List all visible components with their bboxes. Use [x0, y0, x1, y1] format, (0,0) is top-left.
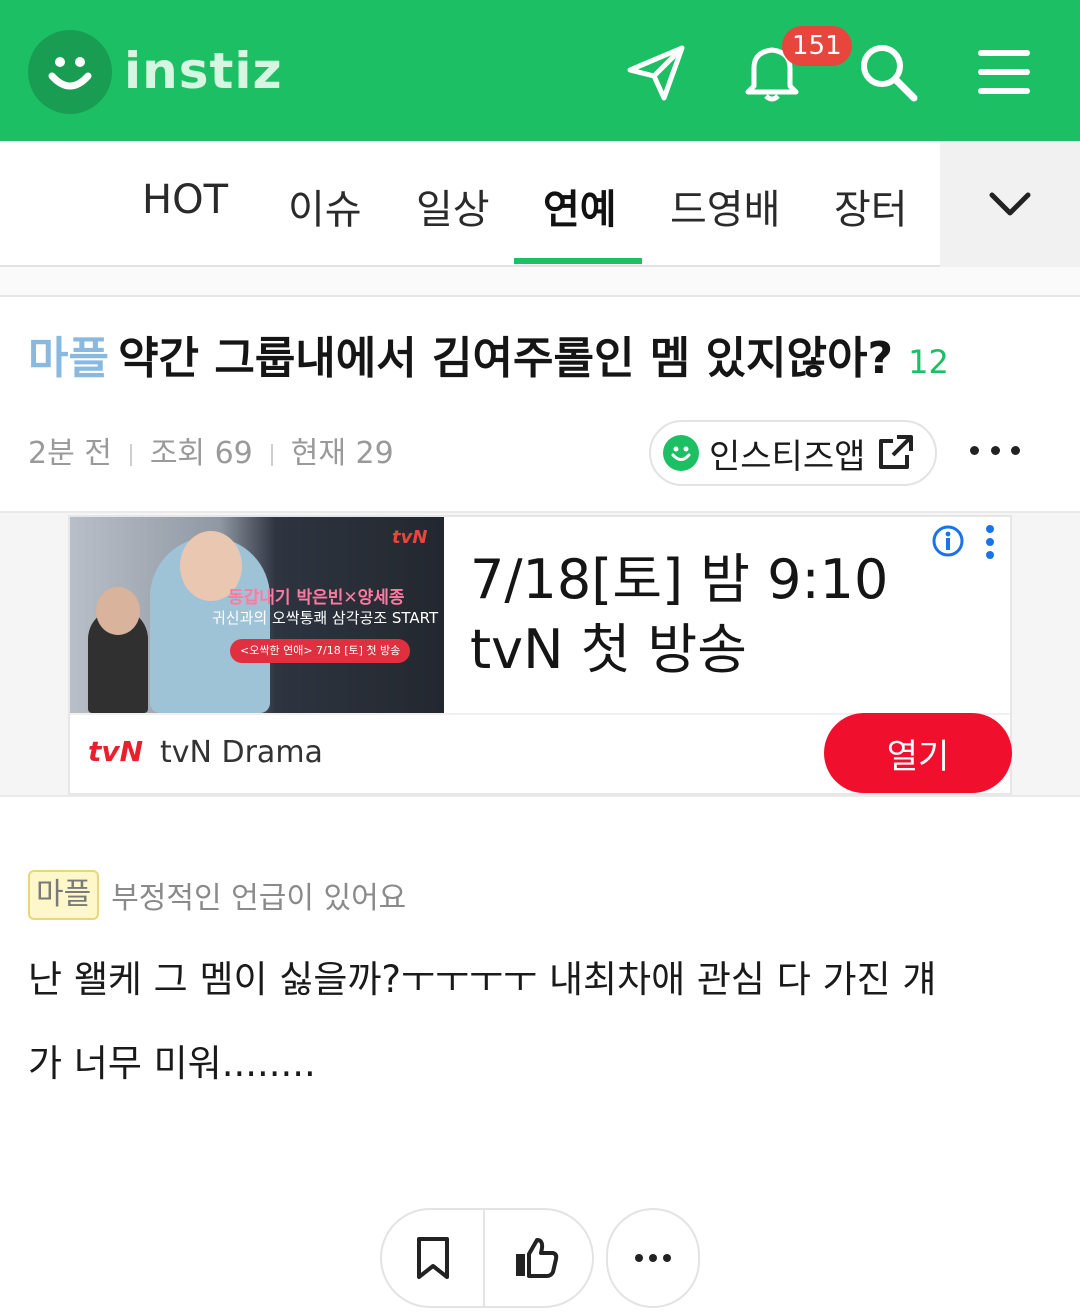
active-tab-indicator	[514, 258, 642, 264]
like-button[interactable]	[485, 1210, 586, 1306]
category-tabs: HOT 이슈 일상 연예 드영배 장터	[0, 141, 1080, 267]
ad-figure	[96, 587, 140, 635]
tab-hot[interactable]: HOT	[142, 177, 228, 223]
post-title-text: 약간 그룹내에서 김여주롤인 멤 있지않아?	[118, 333, 894, 384]
bookmark-button[interactable]	[382, 1210, 483, 1306]
negative-warning: 마플 부정적인 언급이 있어요	[28, 870, 406, 920]
post-time: 2분 전	[28, 436, 112, 471]
notification-badge: 151	[782, 26, 852, 66]
ad-open-button[interactable]: 열기	[824, 713, 1012, 793]
post-meta: 2분 전 조회 69 현재 29	[28, 428, 394, 472]
comment-count[interactable]: 12	[908, 343, 949, 381]
open-app-button[interactable]: 인스티즈앱	[649, 420, 937, 486]
menu-icon[interactable]	[962, 30, 1046, 114]
ad-image-cast: 동갑내기 박은빈✕양세종	[228, 588, 405, 608]
ad-image-brand: tvN	[392, 527, 428, 548]
smile-icon	[663, 435, 699, 471]
logo-smile-icon[interactable]	[28, 30, 112, 114]
post-category[interactable]: 마플	[28, 333, 109, 384]
external-link-icon	[875, 433, 915, 473]
tabs-divider	[0, 267, 1080, 297]
post-current-viewers: 현재 29	[290, 436, 394, 471]
post-body: 난 왤케 그 멤이 싫을까?ㅜㅜㅜㅜ 내최차애 관심 다 가진 걔 가 너무 미…	[28, 938, 1058, 1106]
ad-banner: tvN 동갑내기 박은빈✕양세종 귀신과의 오싹통쾌 삼각공조 START <오…	[0, 511, 1080, 797]
post-actions	[380, 1208, 594, 1308]
info-icon[interactable]	[930, 523, 966, 559]
open-app-label: 인스티즈앱	[709, 436, 866, 477]
tabs-expand-button[interactable]	[940, 141, 1080, 267]
ad-headline[interactable]: 7/18[토] 밤 9:10 tvN 첫 방송	[470, 545, 888, 685]
app-header: instiz 151	[0, 0, 1080, 141]
post-body-line: 가 너무 미워........	[28, 1042, 316, 1085]
search-icon[interactable]	[846, 30, 930, 114]
ad-options-icon[interactable]	[980, 525, 1000, 559]
chevron-down-icon	[989, 192, 1031, 216]
warning-tag: 마플	[28, 870, 100, 920]
post-views: 조회 69	[149, 436, 253, 471]
logo-text[interactable]: instiz	[124, 42, 283, 100]
ad-brand-logo: tvN	[88, 735, 144, 768]
meta-divider	[270, 443, 273, 466]
warning-text: 부정적인 언급이 있어요	[111, 881, 407, 916]
post-body-line: 난 왤케 그 멤이 싫을까?ㅜㅜㅜㅜ 내최차애 관심 다 가진 걔	[28, 958, 937, 1001]
ad-card[interactable]: tvN 동갑내기 박은빈✕양세종 귀신과의 오싹통쾌 삼각공조 START <오…	[68, 515, 1012, 795]
ad-headline-line1: 7/18[토] 밤 9:10	[470, 548, 889, 611]
thumbs-up-icon	[515, 1238, 558, 1278]
tab-daily[interactable]: 일상	[416, 177, 490, 235]
post-title: 마플 약간 그룹내에서 김여주롤인 멤 있지않아? 12	[28, 322, 1068, 386]
tab-drama-movie[interactable]: 드영배	[670, 177, 780, 235]
tab-entertainment[interactable]: 연예	[543, 177, 617, 235]
tab-issue[interactable]: 이슈	[288, 177, 362, 235]
bookmark-icon	[416, 1237, 449, 1279]
tab-market[interactable]: 장터	[834, 177, 908, 235]
post-more-icon[interactable]	[970, 432, 1020, 468]
ad-image[interactable]: tvN 동갑내기 박은빈✕양세종 귀신과의 오싹통쾌 삼각공조 START <오…	[70, 517, 444, 713]
send-icon[interactable]	[614, 30, 698, 114]
meta-divider	[129, 443, 132, 466]
ad-image-tagline: 귀신과의 오싹통쾌 삼각공조 START	[212, 609, 439, 627]
ad-image-pill: <오싹한 연애> 7/18 [토] 첫 방송	[230, 639, 411, 663]
ad-brand-name[interactable]: tvN Drama	[160, 735, 323, 770]
more-icon[interactable]	[606, 1208, 700, 1308]
ad-headline-line2: tvN 첫 방송	[470, 618, 747, 681]
